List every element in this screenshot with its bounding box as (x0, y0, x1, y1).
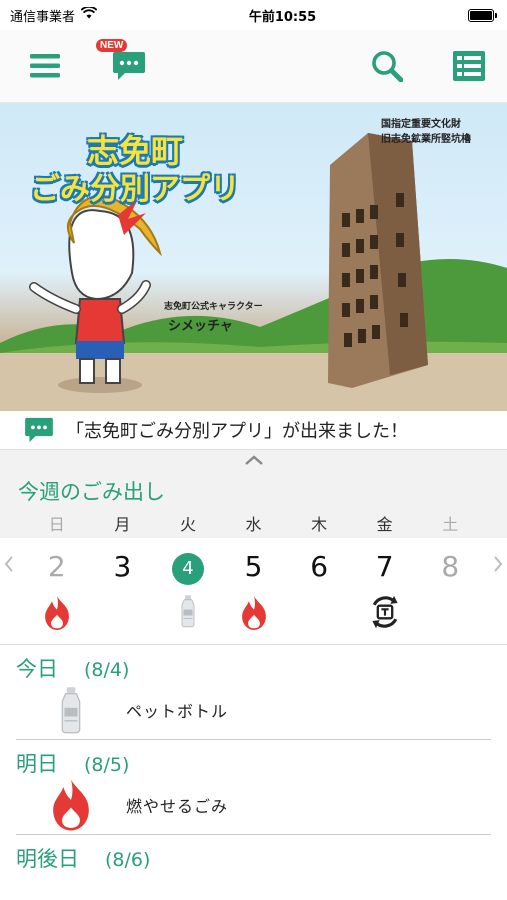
date-number: 7 (375, 549, 394, 583)
carrier-label: 通信事業者 (10, 9, 76, 25)
character-name: シメッチャ (168, 319, 233, 334)
date-number: 8 (441, 549, 460, 583)
day-heading: 明日 (8/5) (0, 740, 507, 776)
new-badge: NEW (96, 39, 128, 52)
list-button[interactable] (453, 51, 485, 81)
tower-caption-line2: 旧志免鉱業所竪坑櫓 (381, 134, 471, 145)
day-label: 明後日 (16, 847, 79, 871)
weekday-label: 日 (48, 515, 65, 534)
hamburger-icon (30, 54, 60, 78)
battery-icon (468, 8, 497, 22)
day-date: (8/5) (84, 754, 130, 776)
news-ticker[interactable]: 「志免町ごみ分別アプリ」が出来ました！ (0, 411, 507, 450)
bottle-icon (181, 595, 195, 628)
chevron-left-icon (4, 556, 13, 572)
day-date: (8/4) (84, 659, 130, 681)
weekday-label: 金 (376, 515, 393, 534)
date-number: 2 (47, 549, 66, 583)
fire-icon (241, 596, 266, 630)
chevron-right-icon (494, 556, 503, 572)
chat-icon (113, 52, 145, 80)
day-label: 今日 (16, 657, 58, 681)
weekday-label: 月 (114, 515, 131, 534)
schedule-item[interactable]: 燃やせるごみ (16, 776, 491, 835)
tower-caption-line1: 国指定重要文化財 (381, 119, 461, 130)
date-cell[interactable]: 2 (24, 550, 90, 583)
weekday-header: 日月火水木金土 (0, 508, 507, 538)
banner-title: 志免町 ごみ分別アプリ (30, 131, 240, 209)
garbage-icon-cell (221, 594, 287, 632)
menu-button[interactable] (30, 53, 60, 79)
schedule-item-label: ペットボトル (126, 702, 229, 721)
status-bar: 通信事業者 午前10:55 (0, 0, 507, 30)
day-heading: 明後日 (8/6) (0, 835, 507, 871)
date-cell[interactable]: 5 (221, 550, 287, 583)
banner-title-line1: 志免町 (86, 132, 183, 170)
date-number: 4 (171, 552, 204, 585)
recycle-icon (372, 595, 398, 629)
search-icon (372, 51, 403, 82)
garbage-icon-cell (155, 594, 221, 628)
date-number: 6 (310, 549, 329, 583)
weekly-schedule: 今週のごみ出し 日 月 火 水 木 金 土 (0, 470, 507, 538)
date-cell[interactable]: 6 (286, 550, 352, 583)
clock: 午前10:55 (248, 9, 317, 25)
schedule-item[interactable]: ペットボトル (16, 681, 491, 740)
banner-title-line2: ごみ分別アプリ (30, 172, 240, 207)
tower-caption: 国指定重要文化財 旧志免鉱業所竪坑櫓 (381, 117, 471, 147)
weekday-label: 木 (311, 515, 328, 534)
search-button[interactable] (371, 50, 403, 82)
chevron-up-icon (244, 455, 263, 465)
date-cell-today[interactable]: 4 (155, 548, 221, 585)
character-caption: 志免町公式キャラクター (164, 302, 263, 312)
garbage-icon-cell (352, 594, 418, 630)
day-label: 明日 (16, 752, 58, 776)
date-cell[interactable]: 7 (352, 550, 418, 583)
banner-image: 志免町 ごみ分別アプリ 国指定重要文化財 旧志免鉱業所竪坑櫓 志免町公式キャラク… (0, 103, 507, 411)
app-header: NEW (0, 30, 507, 103)
section-title: 今週のごみ出し (18, 480, 165, 504)
schedule-item-label: 燃やせるごみ (126, 797, 229, 816)
wifi-icon (80, 6, 98, 23)
weekday-label: 水 (245, 515, 262, 534)
bottle-icon (61, 687, 81, 734)
news-button[interactable]: NEW (96, 39, 146, 81)
day-date: (8/6) (105, 849, 151, 871)
news-text: 「志免町ごみ分別アプリ」が出来ました！ (66, 421, 408, 442)
collapse-handle[interactable] (0, 450, 507, 470)
weekday-label: 火 (179, 515, 196, 534)
date-cell[interactable]: 3 (90, 550, 156, 583)
schedule-item-icon (16, 685, 126, 735)
date-number: 3 (113, 549, 132, 583)
date-number: 5 (244, 549, 263, 583)
schedule-list: 今日 (8/4) ペットボトル明日 (8/5) 燃やせるごみ明後日 (8/6) (0, 645, 507, 871)
weekday-label: 土 (442, 515, 459, 534)
chat-icon (25, 417, 53, 443)
list-icon (453, 51, 485, 81)
next-week-button[interactable] (493, 555, 503, 578)
garbage-icon-row (0, 594, 507, 645)
date-row: 2 3 4 5 6 7 8 (0, 538, 507, 594)
garbage-icon-cell (24, 594, 90, 632)
day-heading: 今日 (8/4) (0, 645, 507, 681)
fire-icon (44, 596, 69, 630)
prev-week-button[interactable] (4, 555, 14, 578)
fire-icon (53, 779, 89, 831)
date-cell[interactable]: 8 (417, 550, 483, 583)
schedule-item-icon (16, 777, 126, 833)
